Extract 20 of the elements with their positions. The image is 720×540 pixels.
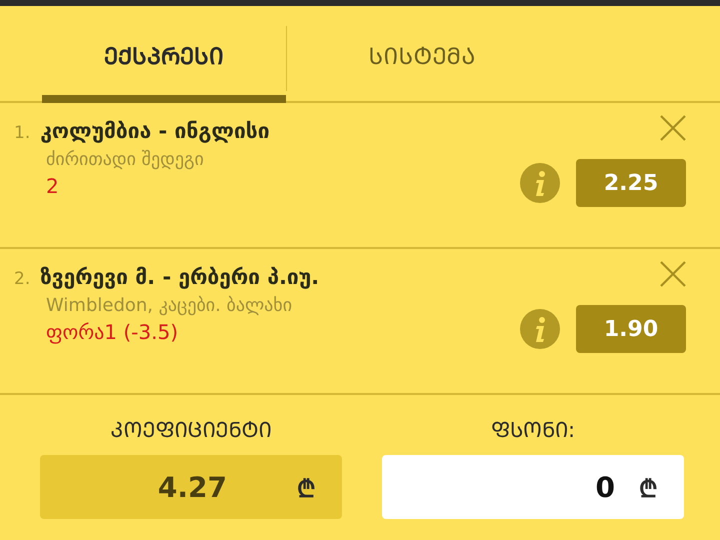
info-icon[interactable] <box>520 309 560 349</box>
close-icon[interactable] <box>660 261 686 287</box>
bet-pick: 2 <box>46 174 60 198</box>
total-odds-box: 4.27 ₾ <box>40 455 342 519</box>
info-icon[interactable] <box>520 163 560 203</box>
stake-label: ᲤᲡᲝᲜᲘ: <box>490 417 576 443</box>
market-name: ძირითადი შედეგი <box>46 149 205 170</box>
close-icon[interactable] <box>660 115 686 141</box>
bet-number: 2. <box>14 269 30 289</box>
match-title: კოლუმბია - ინგლისი <box>40 119 270 143</box>
odds-value[interactable]: 1.90 <box>576 305 686 353</box>
market-name: Wimbledon, კაცები. ბალახი <box>46 295 294 316</box>
tab[interactable]: ᲔᲥᲡᲞᲠᲔᲡᲘ <box>42 6 286 103</box>
tab[interactable]: ᲡᲘᲡᲢᲔᲛᲐ <box>327 6 517 103</box>
bet-pick: ფორა1 (-3.5) <box>46 320 180 344</box>
odds-label: ᲙᲝᲔᲤᲘᲪᲘᲔᲜᲢᲘ <box>110 417 272 443</box>
bet-number: 1. <box>14 123 30 143</box>
match-title: ზვერევი მ. - ერბერი პ.იუ. <box>40 265 320 289</box>
odds-value[interactable]: 2.25 <box>576 159 686 207</box>
stake-field[interactable]: 0 ₾ <box>382 455 684 519</box>
